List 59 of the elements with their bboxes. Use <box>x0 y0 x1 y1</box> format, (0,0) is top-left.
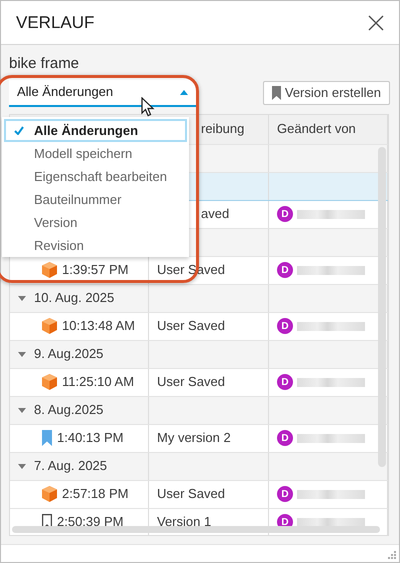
description-text: User Saved <box>157 485 225 504</box>
table-row[interactable]: 8. Aug.2025 <box>10 396 388 424</box>
scrollbar[interactable] <box>378 146 386 466</box>
redacted-name <box>297 322 365 330</box>
expand-caret-icon[interactable] <box>18 464 26 468</box>
cube-icon <box>42 486 57 502</box>
document-name: bike frame <box>9 54 80 74</box>
date-label: 7. Aug. 2025 <box>34 457 108 476</box>
description-text: User Saved <box>157 373 225 392</box>
bookmark-icon <box>42 430 52 446</box>
cube-icon <box>42 262 57 278</box>
menu-item[interactable]: Alle Änderungen <box>4 119 187 142</box>
redacted-name <box>297 518 365 526</box>
expand-caret-icon[interactable] <box>18 352 26 356</box>
caret-icon <box>180 90 188 94</box>
description-text: Version 1 <box>157 513 212 532</box>
menu-item[interactable]: Modell speichern <box>4 142 187 165</box>
time-label: 10:13:48 AM <box>62 317 135 336</box>
avatar-icon: D <box>277 430 293 446</box>
description-text: My version 2 <box>157 429 231 448</box>
expand-caret-icon[interactable] <box>18 408 26 412</box>
redacted-name <box>297 378 365 386</box>
time-label: 2:57:18 PM <box>62 485 128 504</box>
table-row[interactable]: 10. Aug. 2025 <box>10 284 388 312</box>
avatar-icon: D <box>277 486 293 502</box>
cube-icon <box>42 318 57 334</box>
scrollbar[interactable] <box>12 526 380 533</box>
table-row[interactable]: 7. Aug. 2025 <box>10 452 388 480</box>
time-label: 2:50:39 PM <box>57 513 124 532</box>
bookmark-icon <box>272 86 281 100</box>
redacted-name <box>297 266 365 274</box>
time-label: 1:40:13 PM <box>57 429 124 448</box>
redacted-name <box>297 490 365 498</box>
expand-caret-icon[interactable] <box>18 296 26 300</box>
avatar-icon: D <box>277 374 293 390</box>
time-label: 11:25:10 AM <box>62 373 134 392</box>
avatar-icon: D <box>277 262 293 278</box>
avatar-icon: D <box>277 206 293 222</box>
date-label: 10. Aug. 2025 <box>34 289 114 308</box>
resize-grip-icon[interactable] <box>388 551 396 559</box>
menu-item[interactable]: Eigenschaft bearbeiten <box>4 165 187 188</box>
table-row[interactable]: 2:57:18 PM User Saved D <box>10 480 388 508</box>
redacted-name <box>297 210 365 218</box>
description-text: User Saved <box>157 317 225 336</box>
filter-dropdown[interactable]: Alle Änderungen <box>9 80 196 106</box>
avatar-icon: D <box>277 318 293 334</box>
create-version-button[interactable]: Version erstellen <box>262 81 390 105</box>
time-label: 1:39:57 PM <box>62 261 128 280</box>
cube-icon <box>42 374 57 390</box>
check-icon <box>14 126 24 135</box>
column-header: Geändert von <box>269 114 388 144</box>
window-title: VERLAUF <box>16 12 94 34</box>
date-label: 9. Aug.2025 <box>34 345 104 364</box>
redacted-name <box>297 434 365 442</box>
close-icon[interactable] <box>367 14 385 32</box>
date-label: 8. Aug.2025 <box>34 401 104 420</box>
description-text: aved <box>201 205 230 224</box>
table-row[interactable]: 9. Aug.2025 <box>10 340 388 368</box>
menu-item[interactable]: Revision <box>4 234 187 257</box>
